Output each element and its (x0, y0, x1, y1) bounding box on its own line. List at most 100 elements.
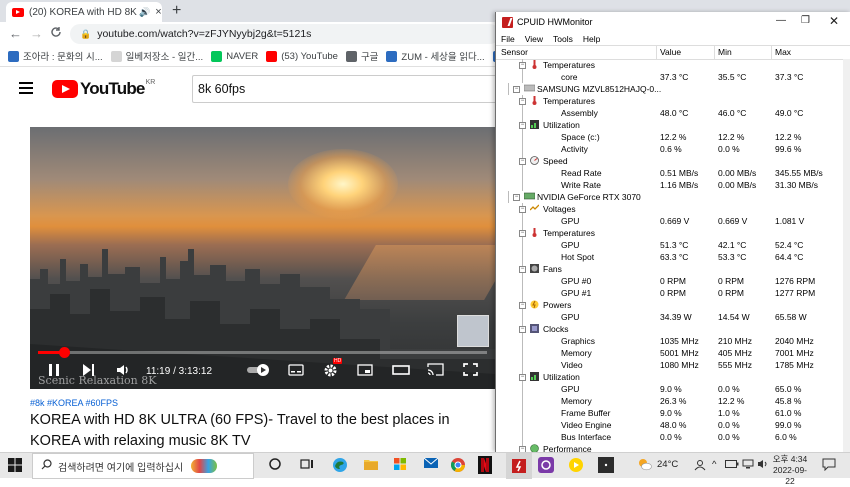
collapse-toggle-icon[interactable]: − (519, 266, 526, 273)
cortana-icon[interactable] (268, 457, 284, 473)
mail-icon[interactable] (423, 457, 439, 473)
next-icon[interactable] (82, 363, 95, 380)
tray-overflow-icon[interactable]: ^ (712, 459, 716, 470)
subtitles-icon[interactable] (288, 363, 304, 379)
tab-youtube[interactable]: (20) KOREA with HD 8K ULTRA 🔊 × (6, 2, 162, 22)
youtube-logo[interactable]: YouTube KR (52, 79, 155, 99)
sensor-row[interactable]: GPU 0.669 V 0.669 V 1.081 V (496, 215, 850, 227)
volume-tray-icon[interactable] (757, 459, 769, 472)
sensor-row[interactable]: Activity 0.6 % 0.0 % 99.6 % (496, 143, 850, 155)
cast-icon[interactable] (427, 363, 444, 379)
windows-start-icon[interactable] (8, 458, 24, 474)
collapse-toggle-icon[interactable]: − (519, 98, 526, 105)
back-button[interactable]: ← (9, 26, 22, 41)
bookmark-item[interactable]: NAVER (211, 50, 258, 62)
column-header-sensor[interactable]: Sensor (501, 47, 528, 57)
theater-mode-icon[interactable] (392, 363, 410, 379)
app-yellow-icon[interactable] (568, 457, 584, 473)
sensor-row[interactable]: GPU #0 0 RPM 0 RPM 1276 RPM (496, 275, 850, 287)
video-player[interactable]: Scenic Relaxation 8K 11:19 / 3:13:12 HD (30, 127, 495, 389)
collapse-toggle-icon[interactable]: − (519, 374, 526, 381)
notification-icon[interactable] (822, 458, 836, 474)
bookmark-item[interactable]: 조아라 : 문화의 시... (8, 49, 103, 63)
sensor-tree[interactable]: − Temperatures core 37.3 °C 35.5 °C 37.3 °C − S… (496, 59, 850, 452)
menu-view[interactable]: View (525, 34, 543, 44)
close-tab-icon[interactable]: × (155, 6, 161, 18)
app-purple-icon[interactable] (538, 457, 554, 473)
sensor-row[interactable]: Video Engine 48.0 % 0.0 % 99.0 % (496, 419, 850, 431)
collapse-toggle-icon[interactable]: − (519, 302, 526, 309)
sensor-row[interactable]: Read Rate 0.51 MB/s 0.00 MB/s 345.55 MB/s (496, 167, 850, 179)
collapse-toggle-icon[interactable]: − (519, 206, 526, 213)
battery-icon[interactable] (725, 459, 739, 472)
edge-browser-icon[interactable] (332, 457, 348, 473)
progress-bar[interactable] (38, 347, 487, 358)
category-row[interactable]: − Utilization (496, 119, 850, 131)
file-explorer-icon[interactable] (363, 457, 379, 473)
category-row[interactable]: − Temperatures (496, 227, 850, 239)
hwmonitor-taskbar-icon[interactable] (506, 453, 532, 479)
autoplay-toggle[interactable] (246, 363, 272, 380)
people-icon[interactable] (694, 459, 706, 474)
category-row[interactable]: − Speed (496, 155, 850, 167)
collapse-toggle-icon[interactable]: − (513, 194, 520, 201)
sensor-row[interactable]: GPU 9.0 % 0.0 % 65.0 % (496, 383, 850, 395)
app-dark-icon[interactable] (598, 457, 614, 473)
collapse-toggle-icon[interactable]: − (519, 62, 526, 69)
miniplayer-icon[interactable] (357, 363, 373, 379)
volume-icon[interactable] (116, 363, 131, 380)
column-header-max[interactable]: Max (775, 47, 791, 57)
reload-button[interactable] (50, 26, 62, 41)
sensor-row[interactable]: Video 1080 MHz 555 MHz 1785 MHz (496, 359, 850, 371)
taskbar-search-input[interactable]: 검색하려면 여기에 입력하십시 (32, 453, 254, 479)
category-row[interactable]: − Performance (496, 443, 850, 452)
device-row[interactable]: − SAMSUNG MZVL8512HAJQ-0... (496, 83, 850, 95)
collapse-toggle-icon[interactable]: − (519, 230, 526, 237)
audio-playing-icon[interactable]: 🔊 (139, 7, 150, 18)
category-row[interactable]: − Utilization (496, 371, 850, 383)
chrome-icon[interactable] (450, 457, 466, 473)
device-row[interactable]: − NVIDIA GeForce RTX 3070 (496, 191, 850, 203)
menu-file[interactable]: File (501, 34, 515, 44)
vertical-scrollbar[interactable] (843, 59, 850, 452)
sensor-row[interactable]: Hot Spot 63.3 °C 53.3 °C 64.4 °C (496, 251, 850, 263)
collapse-toggle-icon[interactable]: − (513, 86, 520, 93)
category-row[interactable]: − Temperatures (496, 95, 850, 107)
sensor-row[interactable]: Graphics 1035 MHz 210 MHz 2040 MHz (496, 335, 850, 347)
sensor-row[interactable]: GPU 34.39 W 14.54 W 65.58 W (496, 311, 850, 323)
category-row[interactable]: − Temperatures (496, 59, 850, 71)
close-window-button[interactable]: ✕ (829, 14, 839, 28)
sensor-row[interactable]: Assembly 48.0 °C 46.0 °C 49.0 °C (496, 107, 850, 119)
fullscreen-icon[interactable] (463, 363, 478, 379)
sensor-row[interactable]: Memory 26.3 % 12.2 % 45.8 % (496, 395, 850, 407)
taskbar-clock[interactable]: 오후 4:34 2022-09-22 (770, 454, 810, 487)
menu-tools[interactable]: Tools (553, 34, 573, 44)
category-row[interactable]: − Powers (496, 299, 850, 311)
bookmark-item[interactable]: 구글 (345, 49, 378, 63)
sensor-row[interactable]: GPU #1 0 RPM 0 RPM 1277 RPM (496, 287, 850, 299)
minimize-button[interactable]: — (776, 15, 786, 26)
forward-button[interactable]: → (30, 26, 43, 41)
sensor-row[interactable]: core 37.3 °C 35.5 °C 37.3 °C (496, 71, 850, 83)
collapse-toggle-icon[interactable]: − (519, 326, 526, 333)
sensor-row[interactable]: Space (c:) 12.2 % 12.2 % 12.2 % (496, 131, 850, 143)
bookmark-item[interactable]: ZUM - 세상을 읽다... (386, 49, 485, 63)
microsoft-store-icon[interactable] (393, 457, 409, 473)
address-bar[interactable]: 🔒 youtube.com/watch?v=zFJYNyybj2g&t=5121… (70, 24, 500, 44)
sensor-row[interactable]: Memory 5001 MHz 405 MHz 7001 MHz (496, 347, 850, 359)
column-header-min[interactable]: Min (718, 47, 732, 57)
menu-help[interactable]: Help (583, 34, 600, 44)
settings-gear-icon[interactable]: HD (323, 358, 343, 381)
task-view-icon[interactable] (300, 457, 316, 473)
bookmark-item[interactable]: 일베저장소 - 일간... (110, 49, 203, 63)
menu-hamburger-icon[interactable] (19, 82, 33, 97)
category-row[interactable]: − Fans (496, 263, 850, 275)
netflix-icon[interactable] (478, 456, 494, 474)
pause-icon[interactable] (48, 363, 60, 380)
category-row[interactable]: − Clocks (496, 323, 850, 335)
new-tab-button[interactable]: + (172, 2, 181, 20)
collapse-toggle-icon[interactable]: − (519, 158, 526, 165)
sensor-row[interactable]: Write Rate 1.16 MB/s 0.00 MB/s 31.30 MB/s (496, 179, 850, 191)
sensor-row[interactable]: Bus Interface 0.0 % 0.0 % 6.0 % (496, 431, 850, 443)
sensor-row[interactable]: GPU 51.3 °C 42.1 °C 52.4 °C (496, 239, 850, 251)
